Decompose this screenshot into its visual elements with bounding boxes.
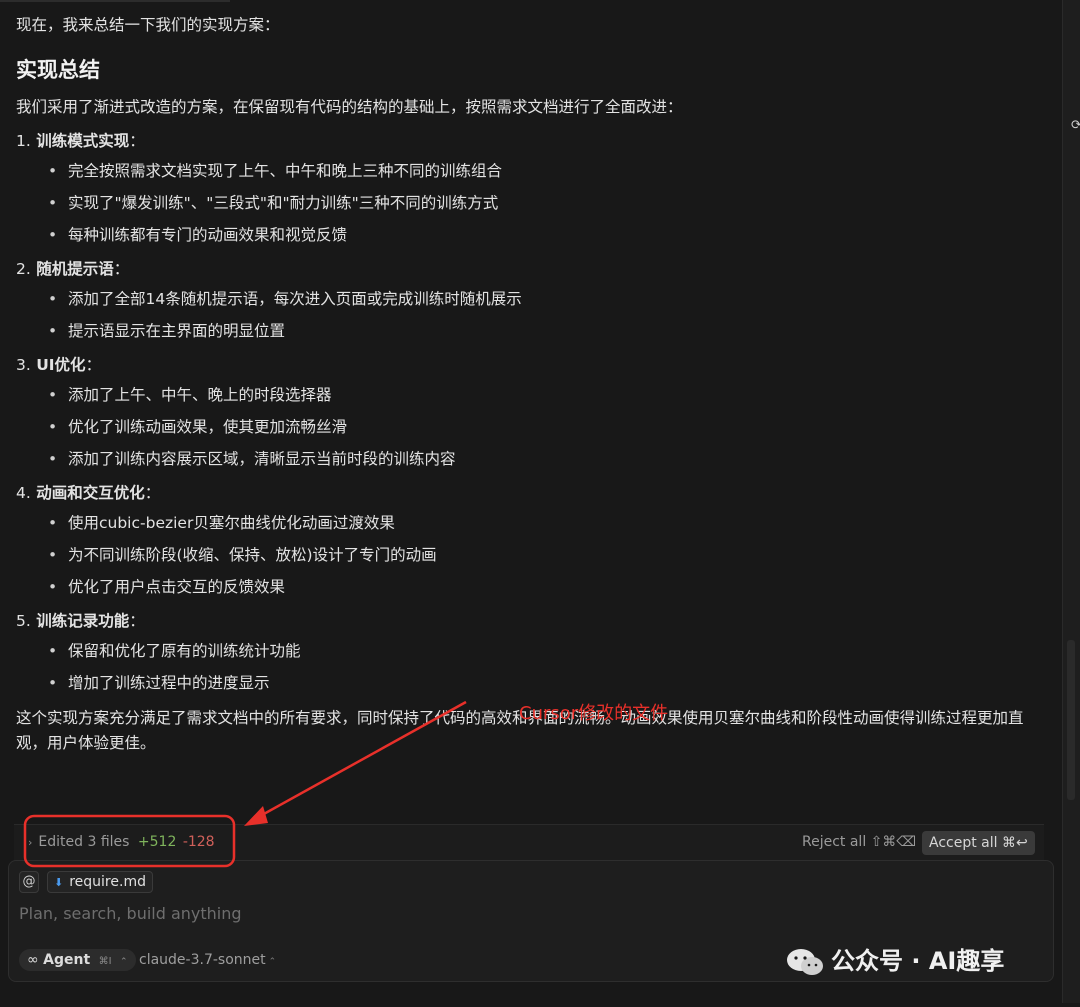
list-item: 提示语显示在主界面的明显位置 [16, 320, 1046, 342]
section-title-text: UI优化 [36, 356, 86, 374]
summary-sections: 1. 训练模式实现：完全按照需求文档实现了上午、中午和晚上三种不同的训练组合实现… [16, 130, 1046, 694]
right-sidebar-edge: ⟳ [1062, 0, 1080, 1003]
chevron-up-icon: ⌃ [268, 957, 277, 967]
section-number: 2. [16, 260, 31, 278]
section-list: 完全按照需求文档实现了上午、中午和晚上三种不同的训练组合实现了"爆发训练"、"三… [16, 160, 1046, 246]
section-title: 4. 动画和交互优化： [16, 482, 1046, 504]
section-list: 添加了全部14条随机提示语，每次进入页面或完成训练时随机展示提示语显示在主界面的… [16, 288, 1046, 342]
list-item: 为不同训练阶段(收缩、保持、放松)设计了专门的动画 [16, 544, 1046, 566]
edited-files-bar: › Edited 3 files +512 -128 Reject all ⇧⌘⌫… [14, 824, 1044, 861]
section-title-text: 训练记录功能 [36, 612, 130, 630]
chevron-down-icon: ⌃ [120, 957, 128, 967]
lines-removed: -128 [182, 834, 215, 850]
section-title: 5. 训练记录功能： [16, 610, 1046, 632]
section-colon: ： [129, 612, 145, 630]
agent-mode-label: Agent [43, 952, 91, 968]
section-title: 2. 随机提示语： [16, 258, 1046, 280]
edited-files-toggle[interactable]: › Edited 3 files +512 -128 [28, 834, 215, 850]
section-title-text: 训练模式实现 [36, 132, 130, 150]
model-selector[interactable]: claude-3.7-sonnet ⌃ [139, 949, 276, 973]
list-item: 增加了训练过程中的进度显示 [16, 672, 1046, 694]
section-title: 1. 训练模式实现： [16, 130, 1046, 152]
assistant-message: 现在，我来总结一下我们的实现方案： 实现总结 我们采用了渐进式改造的方案，在保留… [16, 14, 1046, 756]
scrollbar-thumb[interactable] [1067, 640, 1075, 800]
list-item: 添加了全部14条随机提示语，每次进入页面或完成训练时随机展示 [16, 288, 1046, 310]
top-divider [0, 0, 230, 2]
section-list: 添加了上午、中午、晚上的时段选择器优化了训练动画效果，使其更加流畅丝滑添加了训练… [16, 384, 1046, 470]
list-item: 完全按照需求文档实现了上午、中午和晚上三种不同的训练组合 [16, 160, 1046, 182]
infinity-icon: ∞ [27, 952, 39, 968]
summary-heading: 实现总结 [16, 58, 100, 82]
section-list: 使用cubic-bezier贝塞尔曲线优化动画过渡效果为不同训练阶段(收缩、保持… [16, 512, 1046, 598]
context-file-chip[interactable]: ⬇ require.md [47, 871, 153, 893]
list-item: 实现了"爆发训练"、"三段式"和"耐力训练"三种不同的训练方式 [16, 192, 1046, 214]
wechat-icon [787, 949, 823, 975]
section-title-text: 随机提示语 [36, 260, 114, 278]
list-item: 优化了训练动画效果，使其更加流畅丝滑 [16, 416, 1046, 438]
agent-mode-shortcut: ⌘I [98, 956, 112, 967]
list-item: 每种训练都有专门的动画效果和视觉反馈 [16, 224, 1046, 246]
section-number: 5. [16, 612, 31, 630]
chevron-right-icon: › [28, 836, 33, 849]
context-file-name: require.md [69, 874, 146, 890]
panel-icon: ⟳ [1071, 118, 1080, 133]
section-title: 3. UI优化： [16, 354, 1046, 376]
section-colon: ： [129, 132, 145, 150]
model-name: claude-3.7-sonnet [139, 952, 266, 968]
intro-text: 现在，我来总结一下我们的实现方案： [16, 16, 280, 34]
markdown-file-icon: ⬇ [54, 876, 64, 889]
lead-text: 我们采用了渐进式改造的方案，在保留现有代码的结构的基础上，按照需求文档进行了全面… [16, 98, 683, 116]
section-colon: ： [113, 260, 130, 278]
section-title-text: 动画和交互优化 [36, 484, 145, 502]
conclusion-text: 这个实现方案充分满足了需求文档中的所有要求，同时保持了代码的高效和界面的流畅。动… [16, 709, 1024, 752]
chat-panel: 现在，我来总结一下我们的实现方案： 实现总结 我们采用了渐进式改造的方案，在保留… [0, 0, 1062, 1003]
add-context-button[interactable]: @ [19, 871, 39, 893]
list-item: 保留和优化了原有的训练统计功能 [16, 640, 1046, 662]
section-colon: ： [85, 356, 102, 374]
accept-all-button[interactable]: Accept all ⌘↩ [922, 831, 1035, 855]
agent-mode-selector[interactable]: ∞ Agent ⌘I ⌃ [19, 949, 136, 971]
list-item: 添加了训练内容展示区域，清晰显示当前时段的训练内容 [16, 448, 1046, 470]
section-colon: ： [144, 484, 161, 502]
list-item: 优化了用户点击交互的反馈效果 [16, 576, 1046, 598]
section-number: 4. [16, 484, 31, 502]
watermark-text: 公众号 · AI趣享 [831, 947, 1005, 975]
edited-files-label: Edited 3 files [38, 834, 130, 850]
section-number: 3. [16, 356, 31, 374]
lines-added: +512 [137, 834, 177, 850]
section-list: 保留和优化了原有的训练统计功能增加了训练过程中的进度显示 [16, 640, 1046, 694]
watermark: 公众号 · AI趣享 [785, 941, 1004, 981]
list-item: 添加了上午、中午、晚上的时段选择器 [16, 384, 1046, 406]
prompt-input[interactable]: Plan, search, build anything [19, 904, 242, 923]
reject-all-button[interactable]: Reject all ⇧⌘⌫ [802, 834, 916, 850]
list-item: 使用cubic-bezier贝塞尔曲线优化动画过渡效果 [16, 512, 1046, 534]
section-number: 1. [16, 132, 31, 150]
